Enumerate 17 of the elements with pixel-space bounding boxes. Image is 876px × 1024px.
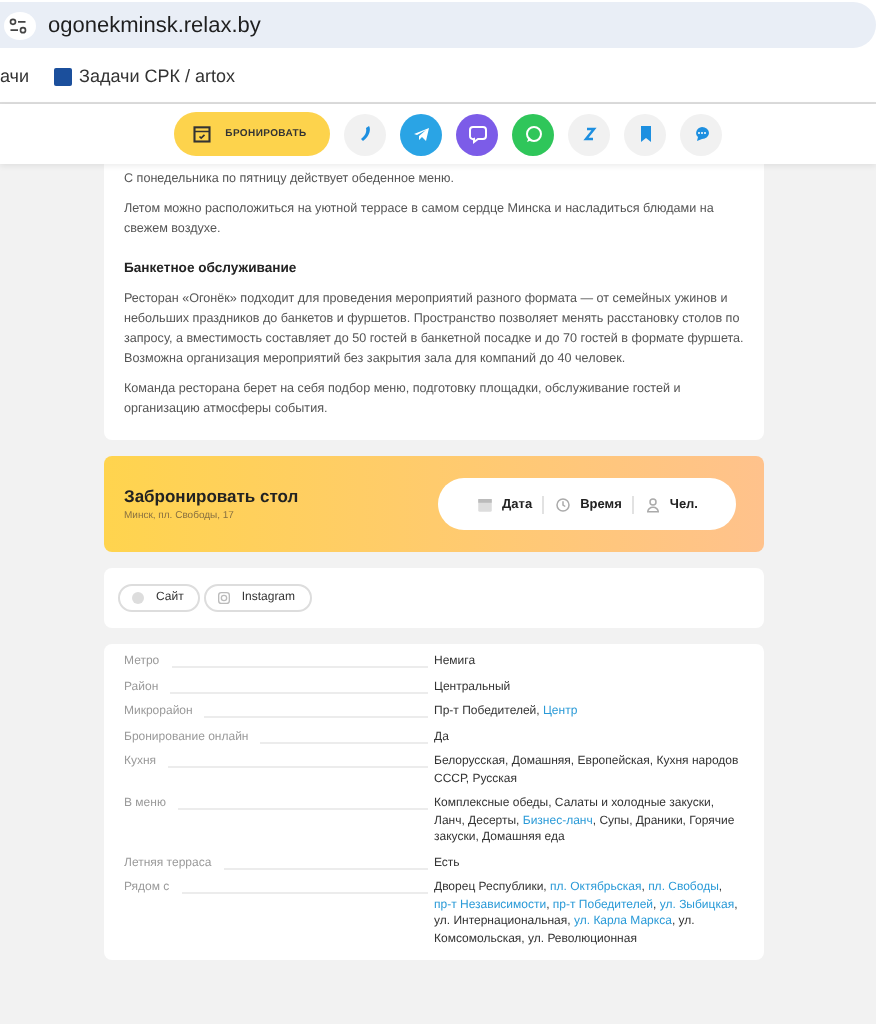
booking-title: Забронировать стол <box>124 486 299 506</box>
camera-icon <box>215 590 232 606</box>
phone-button[interactable] <box>344 113 387 155</box>
paper-plane-icon <box>409 122 434 146</box>
site-info-icon[interactable] <box>4 11 36 39</box>
clock-icon <box>554 495 573 513</box>
globe-icon <box>130 590 146 606</box>
calendar-icon <box>476 495 495 513</box>
bookmark-link[interactable]: ачи <box>0 66 30 86</box>
bookmark-button[interactable] <box>624 113 667 155</box>
calendar-icon <box>191 124 212 144</box>
paper-plane-button[interactable] <box>400 113 443 155</box>
bookmark-favicon-icon <box>53 67 72 85</box>
bookmark-link[interactable]: Задачи СРК / artox <box>79 66 236 86</box>
person-icon <box>643 495 662 513</box>
chat-button[interactable] <box>680 113 723 155</box>
address-field[interactable]: ogonekminsk.relax.by <box>48 13 261 37</box>
